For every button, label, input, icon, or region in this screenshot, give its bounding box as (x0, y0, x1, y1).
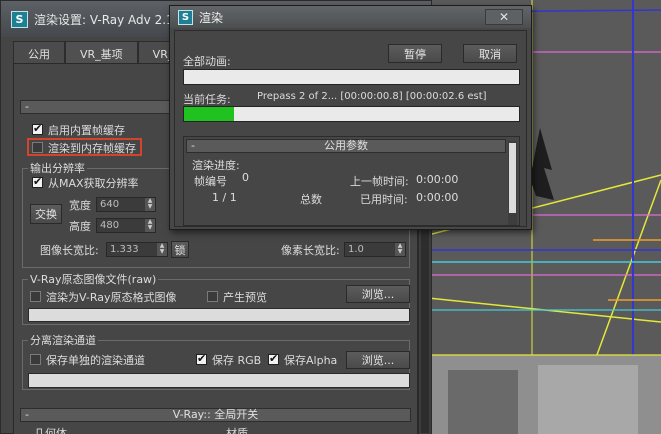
raw-image-caption: V-Ray原态图像文件(raw) (28, 271, 159, 287)
save-separate-channels-checkbox[interactable] (30, 354, 41, 365)
width-value: 640 (100, 199, 120, 210)
raw-file-path-field[interactable] (28, 308, 410, 322)
pixel-aspect-label: 像素长宽比: (281, 244, 340, 257)
tab-common[interactable]: 公用 (13, 41, 65, 63)
browse-raw-button[interactable]: 浏览... (346, 285, 410, 303)
render-progress-dialog: S 渲染 ✕ 全部动画: 暂停 取消 当前任务: Prepass 2 of 2.… (169, 5, 532, 230)
swap-button[interactable]: 交换 (30, 204, 62, 224)
save-alpha-checkbox[interactable] (268, 352, 279, 365)
render-to-raw-label: 渲染为V-Ray原态格式图像 (46, 291, 177, 304)
common-params-header[interactable]: - 公用参数 (186, 139, 506, 153)
global-switches-title: V-Ray:: 全局开关 (172, 408, 259, 421)
generate-preview-checkbox[interactable] (207, 291, 218, 302)
render-to-memory-fb-checkbox[interactable] (32, 142, 43, 153)
height-value: 480 (100, 220, 120, 231)
output-resolution-caption: 输出分辨率 (28, 160, 87, 176)
3dsmax-app-icon: S (178, 9, 193, 25)
elapsed-time-value: 0:00:00 (416, 191, 459, 204)
width-label: 宽度 (69, 199, 91, 212)
current-task-value: Prepass 2 of 2... [00:00:00.8] [00:00:02… (257, 91, 487, 102)
render-dialog-title: 渲染 (199, 10, 224, 25)
get-res-from-max-label: 从MAX获取分辨率 (48, 177, 139, 190)
rollout-global-switches-header[interactable]: - V-Ray:: 全局开关 (20, 408, 411, 422)
height-label: 高度 (69, 220, 91, 233)
last-frame-time-label: 上一帧时间: (350, 175, 409, 188)
task-progress-bar (183, 106, 520, 122)
channels-file-path-field[interactable] (28, 373, 410, 388)
frame-number-value: 0 (242, 171, 249, 184)
total-label: 总数 (300, 193, 322, 206)
render-settings-title: 渲染设置: V-Ray Adv 2.10 (34, 12, 182, 27)
width-spinner[interactable]: 640 ▲ ▼ (96, 197, 156, 212)
tab-vr-base[interactable]: VR_基项 (65, 41, 138, 63)
common-params-scrollbar[interactable] (508, 141, 517, 225)
image-aspect-value: 1.333 (110, 244, 139, 255)
save-rgb-label: 保存 RGB (212, 354, 262, 367)
spinner-arrows-icon[interactable]: ▲ ▼ (395, 243, 405, 256)
image-aspect-spinner[interactable]: 1.333 ▲ ▼ (106, 242, 168, 257)
common-params-panel: - 公用参数 渲染进度: 帧编号 0 上一帧时间: 0:00:00 1 / 1 … (183, 136, 520, 226)
frames-value: 1 / 1 (212, 191, 237, 204)
save-alpha-label: 保存Alpha (284, 354, 338, 367)
render-dialog-body: 全部动画: 暂停 取消 当前任务: Prepass 2 of 2... [00:… (174, 30, 527, 227)
render-dialog-titlebar[interactable]: S 渲染 ✕ (170, 6, 531, 28)
common-params-scroll-thumb[interactable] (509, 143, 516, 213)
cancel-button[interactable]: 取消 (463, 44, 517, 63)
common-params-title: 公用参数 (324, 139, 368, 152)
height-spinner[interactable]: 480 ▲ ▼ (96, 218, 156, 233)
frame-number-label: 帧编号 (194, 175, 227, 188)
elapsed-time-label: 已用时间: (360, 193, 408, 206)
pause-button[interactable]: 暂停 (388, 44, 442, 63)
render-to-raw-checkbox[interactable] (30, 291, 41, 302)
spinner-arrows-icon[interactable]: ▲ ▼ (145, 219, 155, 232)
last-frame-time-value: 0:00:00 (416, 173, 459, 186)
pixel-aspect-spinner[interactable]: 1.0 ▲ ▼ (344, 242, 406, 257)
render-progress-caption: 渲染进度: (192, 159, 240, 172)
animation-progress-bar (183, 69, 520, 85)
get-res-from-max-checkbox[interactable] (32, 175, 43, 188)
3dsmax-app-icon: S (11, 10, 28, 28)
split-channels-caption: 分离渲染通道 (28, 332, 98, 348)
pixel-aspect-value: 1.0 (348, 244, 364, 255)
lock-aspect-button[interactable]: 锁 (171, 241, 189, 258)
spinner-arrows-icon[interactable]: ▲ ▼ (145, 198, 155, 211)
whole-animation-label: 全部动画: (183, 55, 231, 68)
image-aspect-label: 图像长宽比: (40, 244, 99, 257)
geometry-caption: 几何体 (34, 427, 67, 434)
browse-channels-button[interactable]: 浏览... (346, 351, 410, 369)
collapse-icon: - (25, 100, 29, 113)
close-icon: ✕ (498, 10, 510, 24)
render-to-memory-fb-label: 渲染到内存帧缓存 (48, 142, 136, 155)
enable-builtin-fb-label: 启用内置帧缓存 (48, 124, 125, 137)
spinner-arrows-icon[interactable]: ▲ ▼ (157, 243, 167, 256)
current-task-label: 当前任务: (183, 93, 231, 106)
close-button[interactable]: ✕ (485, 9, 523, 25)
enable-builtin-fb-checkbox[interactable] (32, 122, 43, 135)
materials-caption: 材质 (226, 427, 248, 434)
generate-preview-label: 产生预览 (223, 291, 267, 304)
save-rgb-checkbox[interactable] (196, 352, 207, 365)
save-separate-channels-label: 保存单独的渲染通道 (46, 354, 145, 367)
task-progress-fill (184, 107, 235, 121)
